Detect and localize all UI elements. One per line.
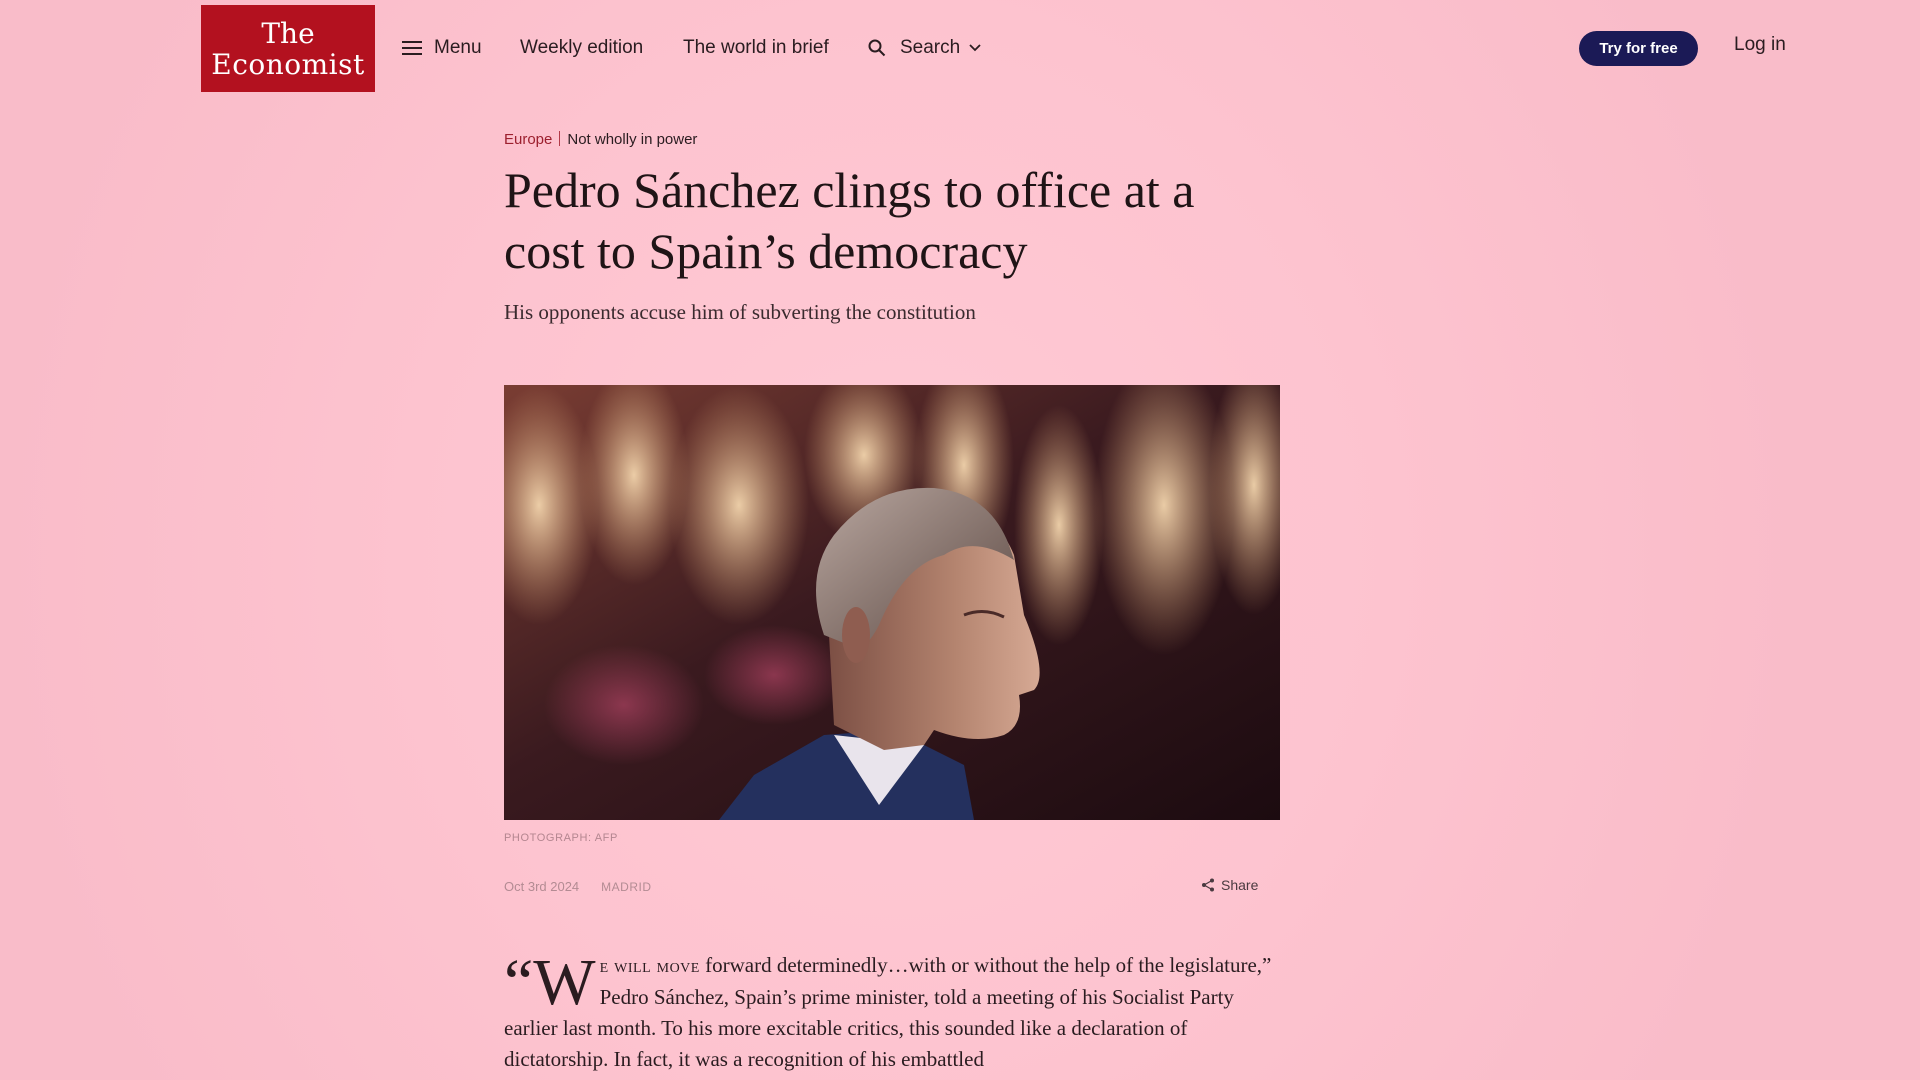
opening-quote: “ (504, 946, 534, 1019)
share-icon (1202, 878, 1214, 892)
top-navigation: The Economist Menu Weekly edition The wo… (0, 0, 1920, 96)
chevron-down-icon (969, 44, 981, 52)
article-meta: Oct 3rd 2024 MADRID (504, 879, 652, 894)
share-label: Share (1221, 877, 1259, 893)
article-body: “W e will move forward determinedly…with … (504, 950, 1280, 1075)
drop-cap: “W (504, 950, 596, 1016)
search-button[interactable]: Search (868, 34, 981, 62)
login-link[interactable]: Log in (1734, 34, 1786, 56)
body-smallcaps: e will move (599, 955, 700, 977)
search-label: Search (900, 37, 961, 58)
menu-button[interactable]: Menu (402, 34, 482, 62)
hamburger-icon (402, 40, 422, 56)
world-in-brief-label: The world in brief (683, 37, 829, 58)
menu-label: Menu (434, 37, 482, 58)
share-button[interactable]: Share (1201, 877, 1258, 893)
article-date: Oct 3rd 2024 (504, 879, 580, 894)
logo-line-1: The (261, 16, 315, 50)
weekly-edition-label: Weekly edition (520, 37, 644, 58)
logo-line-2: Economist (211, 47, 365, 81)
article-standfirst: His opponents accuse him of subverting t… (504, 300, 976, 324)
world-in-brief-link[interactable]: The world in brief (683, 34, 829, 62)
weekly-edition-link[interactable]: Weekly edition (520, 34, 643, 62)
kicker-divider (559, 131, 561, 146)
photo-caption: PHOTOGRAPH: AFP (504, 832, 618, 844)
try-for-free-button[interactable]: Try for free (1579, 31, 1698, 66)
article-headline: Pedro Sánchez clings to office at a cost… (504, 162, 1195, 279)
portrait-image (504, 385, 1280, 820)
search-icon (868, 39, 886, 57)
article-kicker: Europe Not wholly in power (504, 131, 697, 148)
flytitle: Not wholly in power (567, 131, 698, 148)
economist-logo[interactable]: The Economist (201, 5, 375, 92)
drop-cap-letter: W (533, 946, 596, 1019)
article-photo (504, 385, 1280, 820)
article-dateline: MADRID (601, 880, 652, 894)
section-link[interactable]: Europe (504, 131, 552, 148)
